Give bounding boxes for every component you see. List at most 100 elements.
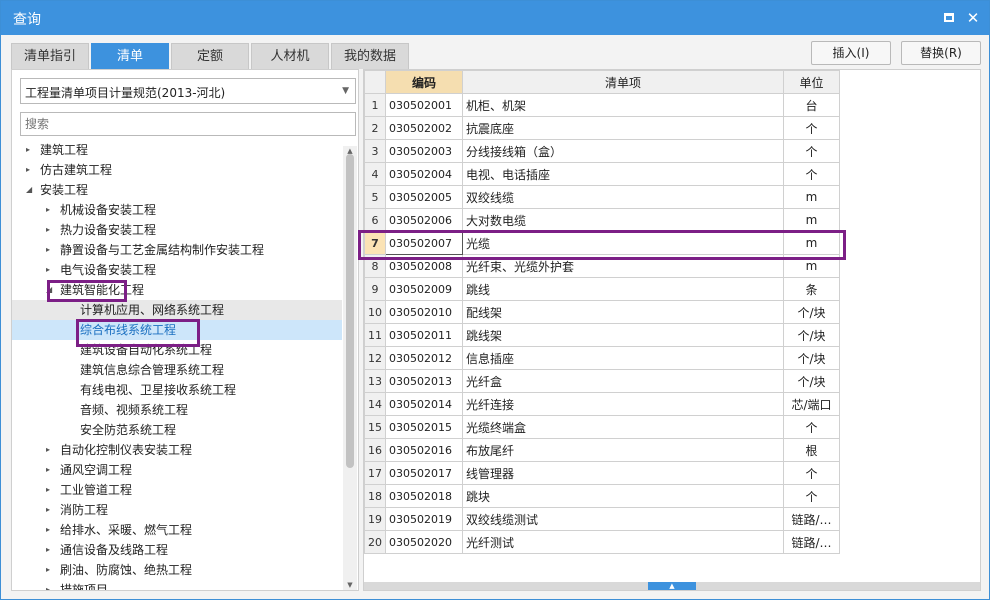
collapse-arrow-icon[interactable]: ◢	[26, 180, 36, 200]
tree-item[interactable]: ▸ 给排水、采暖、燃气工程	[12, 520, 342, 540]
column-header-item[interactable]: 清单项	[462, 70, 784, 94]
expand-arrow-icon[interactable]: ▸	[46, 460, 56, 480]
expand-arrow-icon[interactable]: ▸	[46, 480, 56, 500]
expand-arrow-icon[interactable]: ▸	[46, 200, 56, 220]
unit-cell[interactable]: 个	[783, 139, 840, 163]
expand-arrow-icon[interactable]: ▸	[46, 240, 56, 260]
row-number[interactable]: 7	[364, 231, 386, 255]
tree-item[interactable]: 建筑设备自动化系统工程	[12, 340, 342, 360]
tree-item[interactable]: ▸ 热力设备安装工程	[12, 220, 342, 240]
code-cell[interactable]: 030502016	[385, 438, 463, 462]
unit-cell[interactable]: m	[783, 231, 840, 255]
item-cell[interactable]: 光纤连接	[462, 392, 784, 416]
table-row[interactable]: 12 030502012 信息插座 个/块	[364, 346, 840, 370]
tree-item[interactable]: 建筑信息综合管理系统工程	[12, 360, 342, 380]
item-cell[interactable]: 双绞线缆	[462, 185, 784, 209]
tree-item[interactable]: ▸ 机械设备安装工程	[12, 200, 342, 220]
tree-item[interactable]: ▸ 措施项目	[12, 580, 342, 590]
title-bar[interactable]: 查询 ✕	[1, 1, 989, 35]
code-cell[interactable]: 030502003	[385, 139, 463, 163]
table-row[interactable]: 18 030502018 跳块个	[364, 484, 840, 508]
unit-cell[interactable]: 个	[783, 484, 840, 508]
table-row[interactable]: 3 030502003 分线接线箱（盒）个	[364, 139, 840, 163]
item-cell[interactable]: 跳块	[462, 484, 784, 508]
tree-item[interactable]: ▸ 刷油、防腐蚀、绝热工程	[12, 560, 342, 580]
tree-item[interactable]: ▸ 通风空调工程	[12, 460, 342, 480]
scroll-thumb[interactable]	[346, 154, 354, 468]
table-row[interactable]: 1 030502001 机柜、机架台	[364, 93, 840, 117]
tab-bill[interactable]: 清单	[91, 43, 169, 69]
code-cell[interactable]: 030502010	[385, 300, 463, 324]
row-number[interactable]: 3	[364, 139, 386, 163]
expand-arrow-icon[interactable]: ▸	[46, 440, 56, 460]
code-cell[interactable]: 030502017	[385, 461, 463, 485]
tree-item[interactable]: ▸ 消防工程	[12, 500, 342, 520]
spec-select[interactable]: 工程量清单项目计量规范(2013-河北) ▼	[20, 78, 356, 104]
table-row[interactable]: 14 030502014 光纤连接 芯/端口	[364, 392, 840, 416]
expand-arrow-icon[interactable]: ▸	[46, 580, 56, 590]
horizontal-splitter[interactable]: ▲	[364, 582, 980, 590]
tree-item[interactable]: ◢ 安装工程	[12, 180, 342, 200]
column-header-unit[interactable]: 单位	[783, 70, 840, 94]
tab-guide[interactable]: 清单指引	[11, 43, 89, 69]
tree-item[interactable]: ▸ 静置设备与工艺金属结构制作安装工程	[12, 240, 342, 260]
row-number[interactable]: 15	[364, 415, 386, 439]
row-number[interactable]: 8	[364, 254, 386, 278]
row-number[interactable]: 19	[364, 507, 386, 531]
insert-button[interactable]: 插入(I)	[811, 41, 891, 65]
table-row[interactable]: 7 030502007 光缆 m	[364, 231, 840, 255]
code-cell[interactable]: 030502008	[385, 254, 463, 278]
search-input[interactable]	[21, 113, 355, 135]
tree-item[interactable]: ▸ 电气设备安装工程	[12, 260, 342, 280]
table-row[interactable]: 2 030502002 抗震底座个	[364, 116, 840, 140]
unit-cell[interactable]: m	[783, 254, 840, 278]
code-cell[interactable]: 030502015	[385, 415, 463, 439]
table-row[interactable]: 9 030502009 跳线条	[364, 277, 840, 301]
item-cell[interactable]: 布放尾纤	[462, 438, 784, 462]
tree-item[interactable]: ▸ 仿古建筑工程	[12, 160, 342, 180]
item-cell[interactable]: 线管理器	[462, 461, 784, 485]
tree-item[interactable]: ▸ 建筑工程	[12, 140, 342, 160]
tree-item[interactable]: 安全防范系统工程	[12, 420, 342, 440]
row-number[interactable]: 16	[364, 438, 386, 462]
item-cell[interactable]: 跳线	[462, 277, 784, 301]
table-row[interactable]: 6 030502006 大对数电缆 m	[364, 208, 840, 232]
code-cell[interactable]: 030502007	[385, 231, 463, 255]
expand-arrow-icon[interactable]: ▸	[46, 500, 56, 520]
row-number[interactable]: 17	[364, 461, 386, 485]
tree-item[interactable]: ▸ 通信设备及线路工程	[12, 540, 342, 560]
unit-cell[interactable]: 台	[783, 93, 840, 117]
unit-cell[interactable]: 个/块	[783, 346, 840, 370]
maximize-icon[interactable]	[939, 8, 959, 28]
code-cell[interactable]: 030502012	[385, 346, 463, 370]
code-cell[interactable]: 030502020	[385, 530, 463, 554]
item-cell[interactable]: 机柜、机架	[462, 93, 784, 117]
row-number[interactable]: 14	[364, 392, 386, 416]
column-header-code[interactable]: 编码	[385, 70, 463, 94]
expand-arrow-icon[interactable]: ▸	[26, 140, 36, 160]
tree-item[interactable]: 计算机应用、网络系统工程	[12, 300, 342, 320]
item-cell[interactable]: 跳线架	[462, 323, 784, 347]
row-number[interactable]: 1	[364, 93, 386, 117]
code-cell[interactable]: 030502009	[385, 277, 463, 301]
code-cell[interactable]: 030502002	[385, 116, 463, 140]
item-cell[interactable]: 信息插座	[462, 346, 784, 370]
unit-cell[interactable]: 个	[783, 415, 840, 439]
unit-cell[interactable]: 个	[783, 116, 840, 140]
unit-cell[interactable]: m	[783, 185, 840, 209]
item-cell[interactable]: 抗震底座	[462, 116, 784, 140]
expand-arrow-icon[interactable]: ▸	[46, 520, 56, 540]
item-cell[interactable]: 双绞线缆测试	[462, 507, 784, 531]
unit-cell[interactable]: 个/块	[783, 300, 840, 324]
item-cell[interactable]: 大对数电缆	[462, 208, 784, 232]
tree-item[interactable]: 音频、视频系统工程	[12, 400, 342, 420]
code-cell[interactable]: 030502014	[385, 392, 463, 416]
table-row[interactable]: 19 030502019 双绞线缆测试 链路/…	[364, 507, 840, 531]
row-number[interactable]: 6	[364, 208, 386, 232]
item-cell[interactable]: 配线架	[462, 300, 784, 324]
expand-arrow-icon[interactable]: ▸	[46, 560, 56, 580]
table-row[interactable]: 10 030502010 配线架 个/块	[364, 300, 840, 324]
table-row[interactable]: 20 030502020 光纤测试 链路/…	[364, 530, 840, 554]
code-cell[interactable]: 030502013	[385, 369, 463, 393]
row-number[interactable]: 5	[364, 185, 386, 209]
